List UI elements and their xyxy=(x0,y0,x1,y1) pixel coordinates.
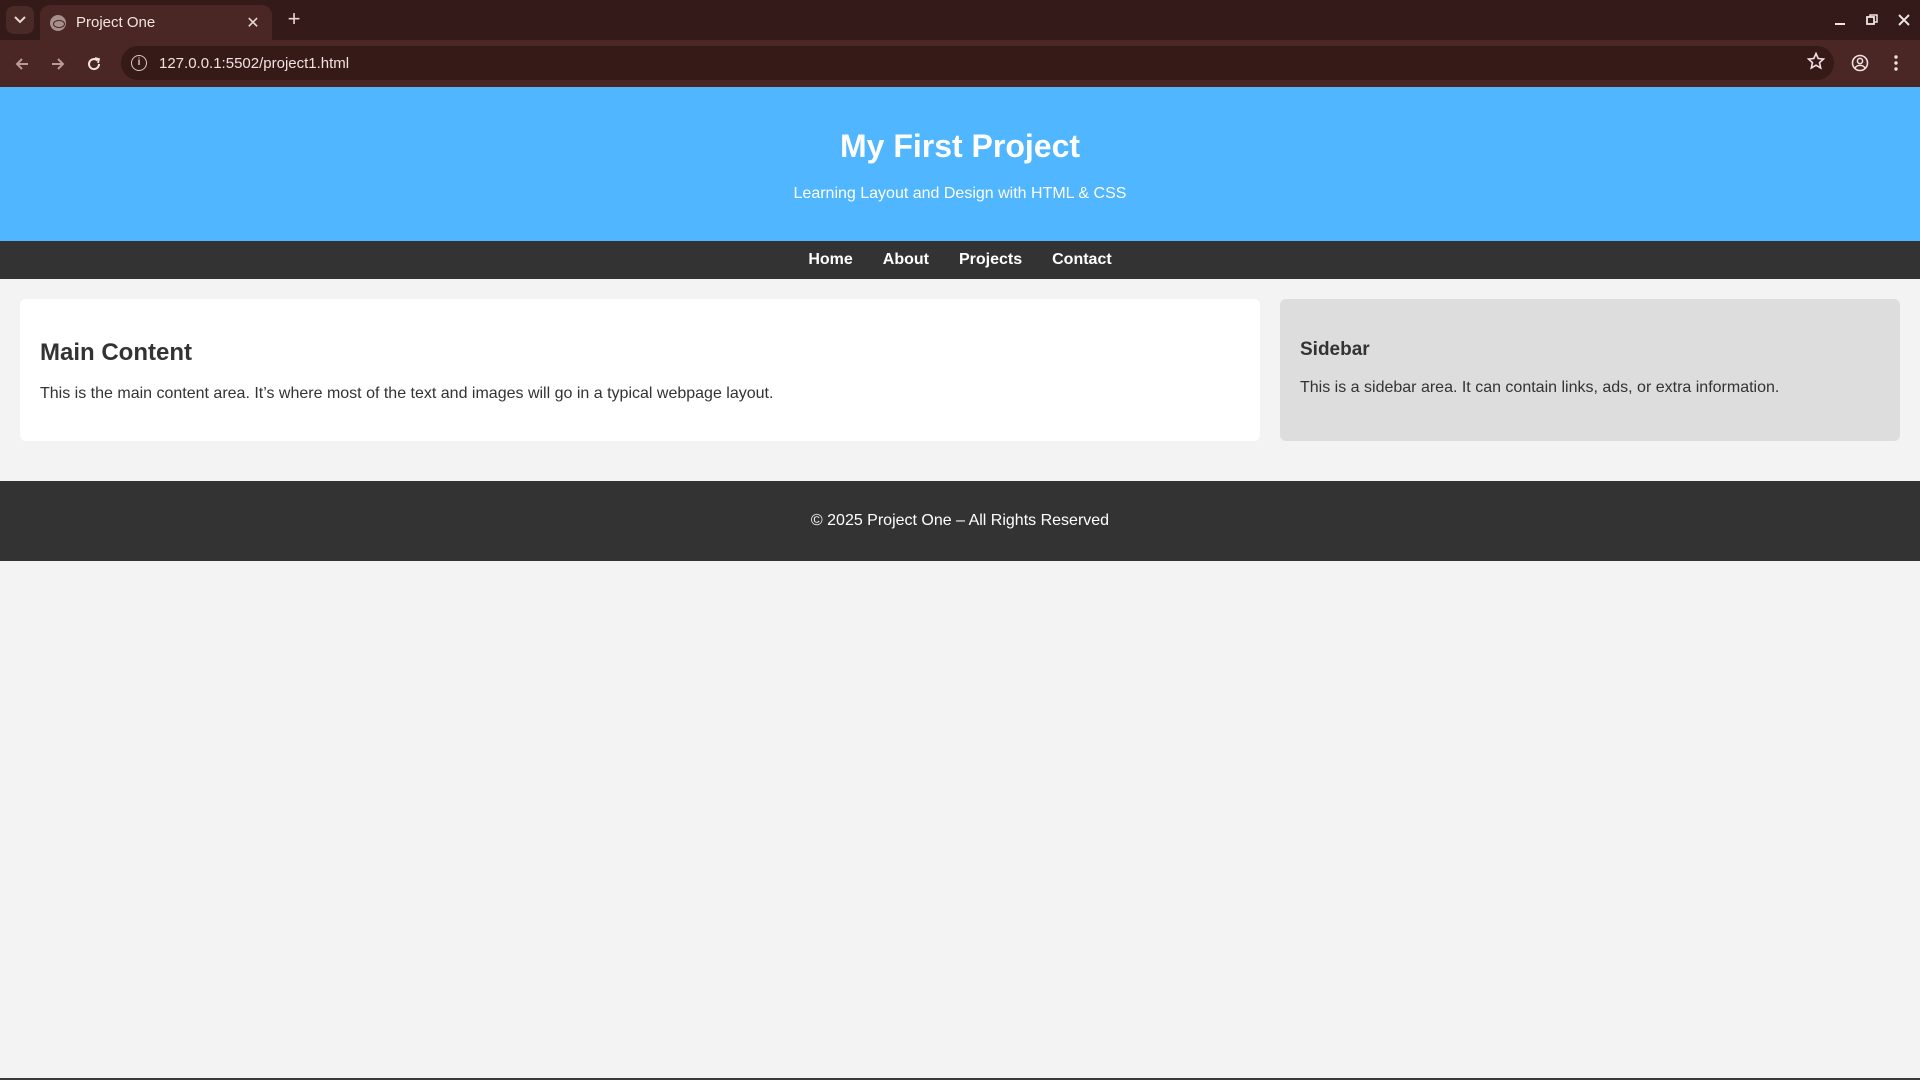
reload-icon[interactable] xyxy=(76,46,112,82)
sidebar: Sidebar This is a sidebar area. It can c… xyxy=(1280,299,1900,441)
site-header: My First Project Learning Layout and Des… xyxy=(0,87,1920,241)
nav-link-projects[interactable]: Projects xyxy=(959,251,1022,269)
site-nav: Home About Projects Contact xyxy=(0,241,1920,279)
star-icon[interactable] xyxy=(1798,51,1834,75)
close-icon[interactable]: ✕ xyxy=(244,13,262,33)
nav-link-contact[interactable]: Contact xyxy=(1052,251,1112,269)
main-text: This is the main content area. It’s wher… xyxy=(40,385,774,402)
info-icon[interactable]: i xyxy=(131,55,147,71)
site-subtitle: Learning Layout and Design with HTML & C… xyxy=(793,185,1127,202)
tab-list-icon[interactable] xyxy=(6,6,34,34)
nav-link-home[interactable]: Home xyxy=(808,251,852,269)
web-page: My First Project Learning Layout and Des… xyxy=(0,87,1920,1080)
restore-icon[interactable] xyxy=(1856,0,1888,40)
profile-icon[interactable] xyxy=(1842,46,1878,80)
window-close-icon[interactable] xyxy=(1888,0,1920,40)
nav-link-about[interactable]: About xyxy=(883,251,929,269)
window-controls xyxy=(1824,0,1920,40)
globe-icon xyxy=(50,14,66,31)
browser-tab-bar: Project One ✕ + xyxy=(0,0,1920,40)
footer-text: © 2025 Project One – All Rights Reserved xyxy=(810,512,1110,529)
menu-dots-icon[interactable] xyxy=(1878,46,1914,80)
browser-tab-active[interactable]: Project One ✕ xyxy=(40,5,272,40)
sidebar-text: This is a sidebar area. It can contain l… xyxy=(1300,379,1780,396)
minimize-icon[interactable] xyxy=(1824,0,1856,40)
address-bar[interactable]: i 127.0.0.1:5502/project1.html xyxy=(121,46,1834,80)
site-title: My First Project xyxy=(839,128,1081,164)
main-content: Main Content This is the main content ar… xyxy=(20,299,1260,441)
main-heading: Main Content xyxy=(40,339,192,366)
url-text[interactable]: 127.0.0.1:5502/project1.html xyxy=(159,55,1798,72)
site-footer: © 2025 Project One – All Rights Reserved xyxy=(0,481,1920,561)
back-arrow-icon[interactable] xyxy=(4,46,40,82)
toolbar-right xyxy=(1842,46,1914,80)
plus-icon[interactable]: + xyxy=(282,8,306,32)
browser-toolbar: i 127.0.0.1:5502/project1.html xyxy=(0,40,1920,87)
content-row: Main Content This is the main content ar… xyxy=(0,279,1920,461)
forward-arrow-icon[interactable] xyxy=(40,46,76,82)
sidebar-heading: Sidebar xyxy=(1300,339,1370,360)
tab-title: Project One xyxy=(76,14,156,31)
